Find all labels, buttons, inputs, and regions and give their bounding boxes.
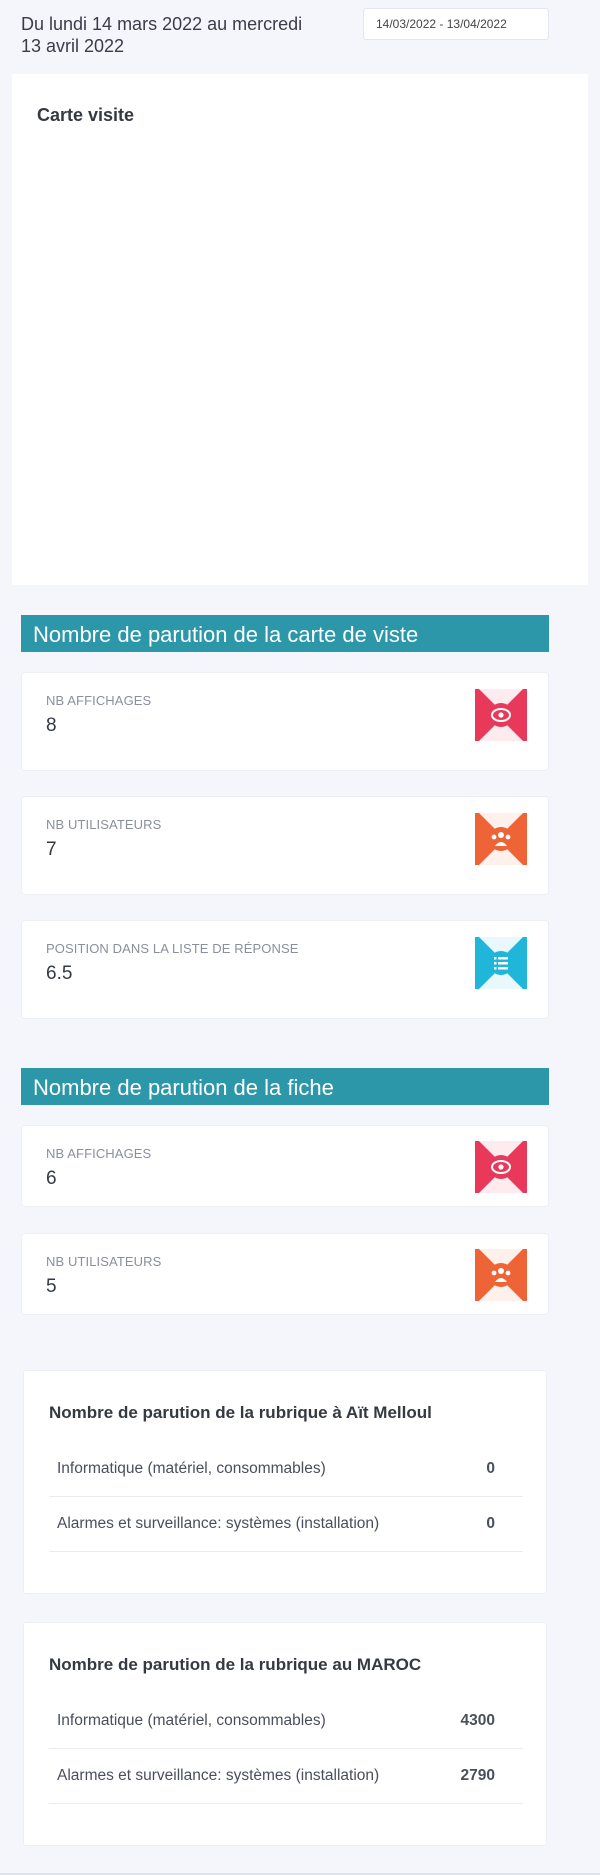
stat-card-views: NB AFFICHAGES 8: [21, 672, 549, 771]
map-card-title: Carte visite: [37, 105, 135, 125]
stat-card-users: NB UTILISATEURS 7: [21, 796, 549, 895]
stat-value: 5: [46, 1276, 57, 1297]
table-row: Informatique (matériel, consommables) 0: [49, 1442, 523, 1497]
rubrique-count: 2790: [460, 1767, 495, 1784]
stat-label: NB AFFICHAGES: [46, 693, 152, 708]
section-title-fiche: Nombre de parution de la fiche: [21, 1068, 549, 1105]
rubrique-count: 0: [486, 1515, 495, 1532]
users-icon: [475, 1249, 527, 1301]
rubrique-local-title: Nombre de parution de la rubrique à Aït …: [49, 1403, 432, 1422]
stat-card-views: NB AFFICHAGES 6: [21, 1125, 549, 1207]
rubrique-name: Informatique (matériel, consommables): [57, 1712, 326, 1729]
rubrique-maroc-card: Nombre de parution de la rubrique au MAR…: [23, 1622, 547, 1846]
stat-value: 7: [46, 839, 57, 860]
rubrique-name: Alarmes et surveillance: systèmes (insta…: [57, 1767, 380, 1784]
rubrique-local-card: Nombre de parution de la rubrique à Aït …: [23, 1370, 547, 1594]
table-row: Informatique (matériel, consommables) 43…: [49, 1694, 523, 1749]
stat-label: NB UTILISATEURS: [46, 1254, 162, 1269]
table-row: Alarmes et surveillance: systèmes (insta…: [49, 1497, 523, 1552]
stat-label: POSITION DANS LA LISTE DE RÉPONSE: [46, 941, 299, 956]
rubrique-name: Informatique (matériel, consommables): [57, 1460, 326, 1477]
rubrique-maroc-title: Nombre de parution de la rubrique au MAR…: [49, 1655, 422, 1674]
stat-value: 8: [46, 715, 57, 736]
date-range-picker[interactable]: 14/03/2022 - 13/04/2022: [363, 8, 549, 40]
stat-value: 6.5: [46, 963, 73, 984]
stat-card-position: POSITION DANS LA LISTE DE RÉPONSE 6.5: [21, 920, 549, 1019]
stat-label: NB UTILISATEURS: [46, 817, 162, 832]
stat-card-users: NB UTILISATEURS 5: [21, 1233, 549, 1315]
eye-icon: [475, 1141, 527, 1193]
section-title-card-visit: Nombre de parution de la carte de viste: [21, 615, 549, 652]
visit-card-map: Carte visite: [12, 74, 588, 585]
rubrique-name: Alarmes et surveillance: systèmes (insta…: [57, 1515, 380, 1532]
table-row: Alarmes et surveillance: systèmes (insta…: [49, 1749, 523, 1804]
stat-label: NB AFFICHAGES: [46, 1146, 152, 1161]
date-range-text: Du lundi 14 mars 2022 au mercredi 13 avr…: [21, 14, 303, 56]
users-icon: [475, 813, 527, 865]
eye-icon: [475, 689, 527, 741]
list-icon: [475, 937, 527, 989]
stat-value: 6: [46, 1168, 57, 1189]
rubrique-count: 0: [486, 1460, 495, 1477]
rubrique-count: 4300: [460, 1712, 495, 1729]
